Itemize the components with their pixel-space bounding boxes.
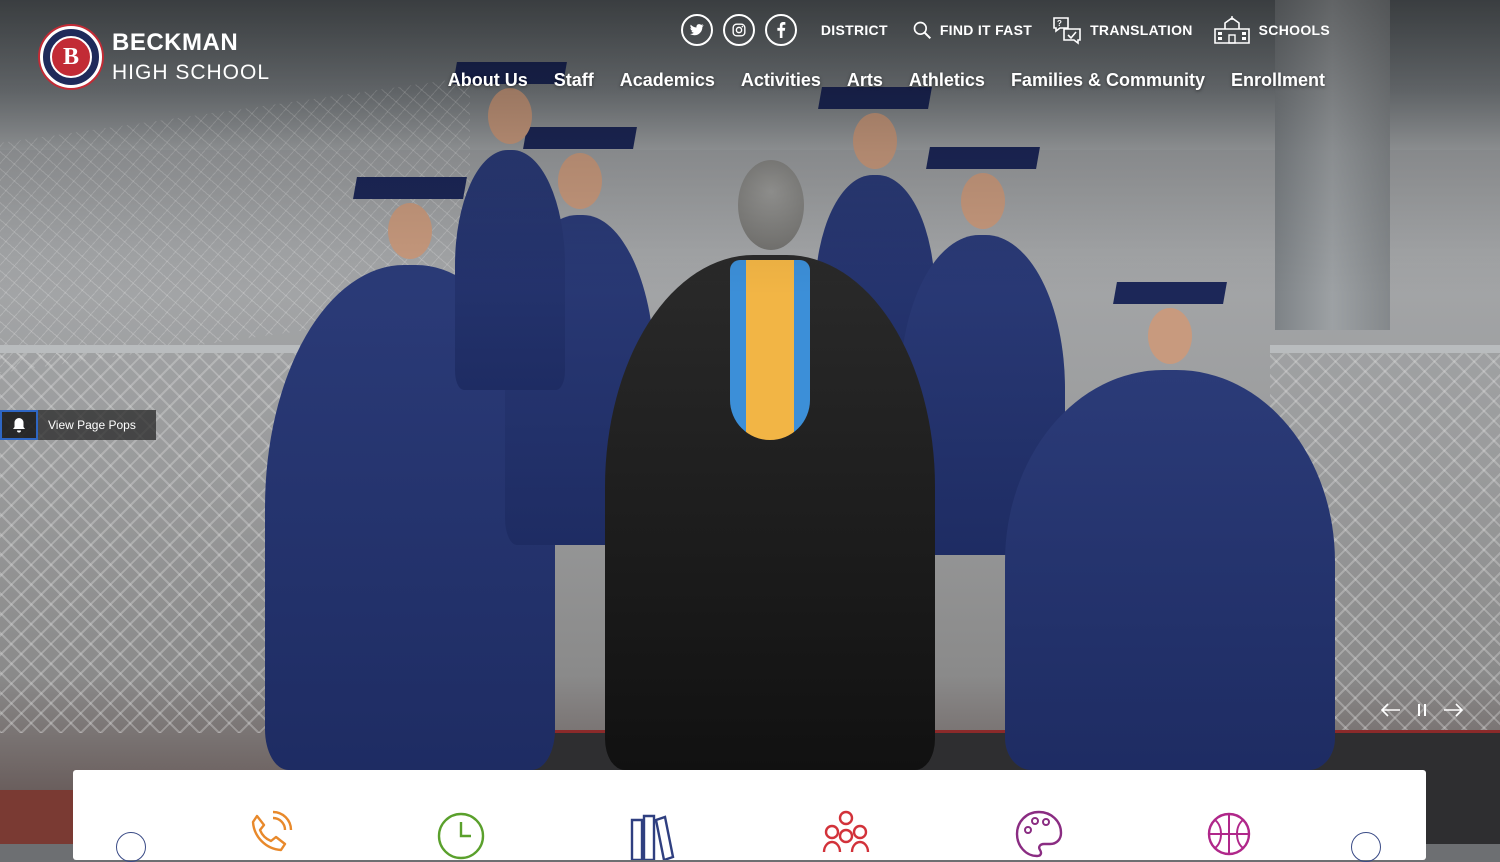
clock-icon[interactable] (435, 808, 487, 860)
page-pops-label: View Page Pops (48, 418, 136, 432)
find-it-fast-button[interactable]: FIND IT FAST (912, 20, 1032, 40)
school-logo-link[interactable]: B BECKMAN HIGH SCHOOL (40, 26, 270, 88)
translation-icon: ? (1053, 17, 1081, 45)
group-icon[interactable] (820, 808, 872, 860)
school-name-line1: BECKMAN (112, 29, 239, 56)
pause-icon[interactable] (1411, 700, 1433, 720)
school-name-line2: HIGH SCHOOL (112, 61, 271, 84)
instagram-icon[interactable] (722, 14, 755, 46)
school-name: BECKMAN HIGH SCHOOL (112, 29, 271, 84)
quick-links-next-arrow-icon[interactable] (1351, 832, 1381, 862)
palette-icon[interactable] (1013, 808, 1065, 860)
main-nav: About Us Staff Academics Activities Arts… (422, 70, 1325, 91)
nav-academics[interactable]: Academics (620, 70, 715, 91)
quick-links-prev-arrow-icon[interactable] (116, 832, 146, 862)
search-icon (913, 21, 931, 40)
page-pops-toggle[interactable]: View Page Pops (0, 410, 156, 440)
phone-icon[interactable] (243, 808, 295, 860)
nav-activities[interactable]: Activities (741, 70, 821, 91)
slideshow-controls (1380, 700, 1473, 720)
translation-button[interactable]: ? TRANSLATION (1052, 15, 1193, 45)
facebook-icon[interactable] (764, 14, 797, 46)
schools-button[interactable]: SCHOOLS (1213, 15, 1330, 45)
utility-nav: DISTRICT FIND IT FAST ? TRANSLATION SCHO… (680, 14, 1330, 46)
nav-staff[interactable]: Staff (554, 70, 594, 91)
svg-text:?: ? (1057, 19, 1062, 28)
district-link[interactable]: DISTRICT (821, 22, 888, 38)
hero-slideshow-image (0, 0, 1500, 844)
twitter-icon[interactable] (680, 14, 713, 46)
nav-about-us[interactable]: About Us (448, 70, 528, 91)
nav-athletics[interactable]: Athletics (909, 70, 985, 91)
nav-enrollment[interactable]: Enrollment (1231, 70, 1325, 91)
quick-links-panel (73, 770, 1426, 862)
next-slide-arrow-icon[interactable] (1442, 700, 1464, 720)
previous-slide-arrow-icon[interactable] (1380, 700, 1402, 720)
nav-families-community[interactable]: Families & Community (1011, 70, 1205, 91)
nav-arts[interactable]: Arts (847, 70, 883, 91)
sports-ball-icon[interactable] (1205, 808, 1257, 860)
bell-icon (0, 410, 38, 440)
school-building-icon (1213, 16, 1250, 44)
school-seal: B (40, 26, 102, 88)
book-icon[interactable] (628, 808, 680, 860)
